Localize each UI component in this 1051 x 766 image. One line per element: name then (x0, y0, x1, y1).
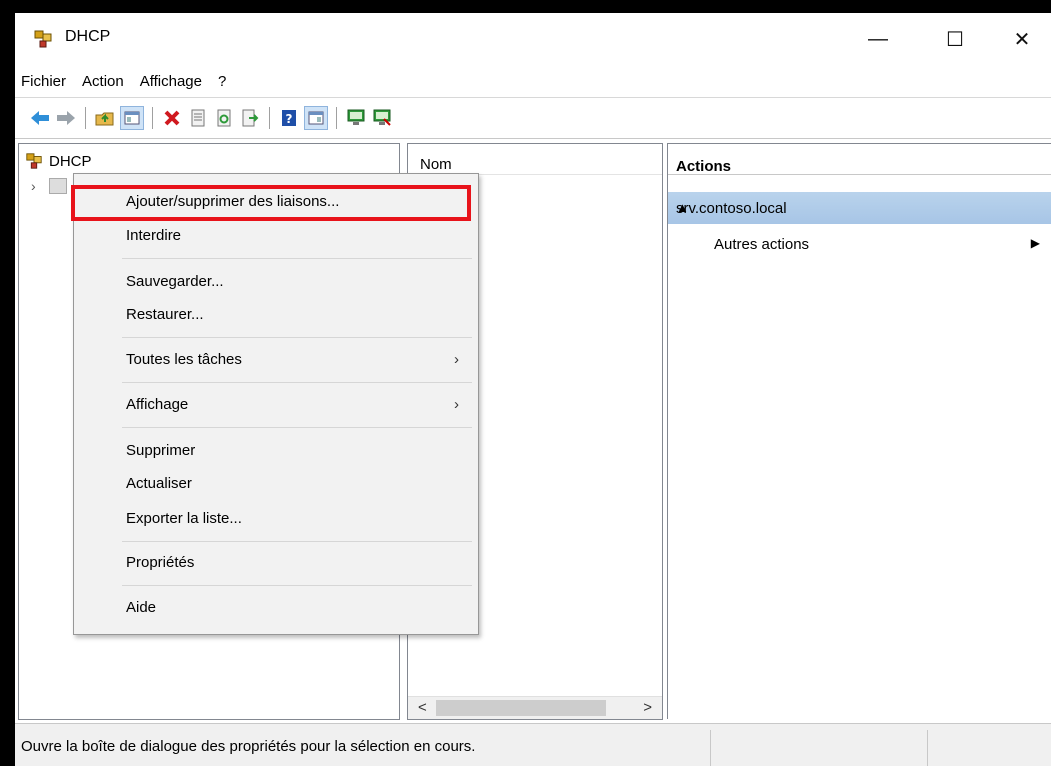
minimize-button[interactable]: — (855, 21, 901, 57)
menu-separator (122, 585, 472, 586)
toolbar-separator (269, 107, 270, 129)
menu-help[interactable]: ? (210, 73, 234, 90)
submenu-chevron-icon: › (454, 351, 459, 368)
server-node-icon[interactable] (49, 178, 67, 194)
menu-item-export-list[interactable]: Exporter la liste... (126, 510, 242, 527)
status-divider (710, 730, 711, 766)
forward-arrow-icon[interactable] (55, 107, 77, 129)
tree-expand-chevron-icon[interactable]: › (31, 178, 36, 194)
back-arrow-icon[interactable] (29, 107, 51, 129)
submenu-chevron-icon: › (454, 396, 459, 413)
menu-item-restore[interactable]: Restaurer... (126, 306, 204, 323)
mmc-window: DHCP — ☐ ✕ Fichier Action Affichage ? ? … (15, 13, 1051, 766)
collapse-up-icon[interactable]: ▲ (676, 200, 1040, 215)
menu-separator (122, 258, 472, 259)
svg-text:?: ? (286, 112, 293, 126)
menu-separator (122, 541, 472, 542)
actions-header-label: Actions (676, 158, 732, 175)
menu-separator (122, 427, 472, 428)
actions-pane: Actions srv.contoso.local ▲ Autres actio… (667, 143, 1051, 719)
close-button[interactable]: ✕ (999, 21, 1045, 57)
delete-icon[interactable] (161, 107, 183, 129)
menu-fichier[interactable]: Fichier (15, 73, 74, 90)
status-divider (927, 730, 928, 766)
column-header-nom[interactable]: Nom (408, 144, 662, 175)
menu-affichage[interactable]: Affichage (132, 73, 210, 90)
menu-item-properties[interactable]: Propriétés (126, 554, 194, 571)
scroll-left-icon[interactable]: < (418, 699, 427, 716)
menu-separator (122, 382, 472, 383)
horizontal-scrollbar[interactable]: < > (408, 696, 662, 719)
dhcp-app-icon (34, 30, 52, 48)
export-list-icon[interactable] (239, 107, 261, 129)
authorize-server-icon[interactable] (345, 107, 367, 129)
toolbar-separator (336, 107, 337, 129)
actions-server-section[interactable]: srv.contoso.local ▲ (668, 192, 1051, 224)
status-bar: Ouvre la boîte de dialogue des propriété… (15, 723, 1051, 766)
menu-item-help[interactable]: Aide (126, 599, 156, 616)
dhcp-node-icon (26, 153, 42, 169)
tree-root-label: DHCP (49, 152, 92, 170)
tree-node-dhcp[interactable]: DHCP (25, 152, 92, 170)
menu-item-delete[interactable]: Supprimer (126, 442, 195, 459)
properties-icon[interactable] (187, 107, 209, 129)
column-header-label: Nom (420, 156, 452, 173)
menu-action[interactable]: Action (74, 73, 132, 90)
menu-item-backup[interactable]: Sauvegarder... (126, 273, 224, 290)
scroll-right-icon[interactable]: > (643, 699, 652, 716)
menu-item-all-tasks[interactable]: Toutes les tâches (126, 351, 242, 368)
window-title: DHCP (65, 28, 111, 45)
toolbar: ? (15, 97, 1051, 139)
refresh-icon[interactable] (213, 107, 235, 129)
actions-header: Actions (668, 144, 1051, 175)
maximize-button[interactable]: ☐ (932, 21, 978, 57)
menu-item-unauthorize[interactable]: Interdire (126, 227, 181, 244)
context-menu: Ajouter/supprimer des liaisons... Interd… (71, 173, 479, 635)
toolbar-separator (152, 107, 153, 129)
more-actions-link[interactable]: Autres actions (714, 236, 809, 253)
submenu-arrow-icon: ▶ (1030, 236, 1040, 250)
up-folder-icon[interactable] (94, 107, 116, 129)
unauthorize-server-icon[interactable] (371, 107, 393, 129)
toolbar-separator (85, 107, 86, 129)
scroll-thumb[interactable] (436, 700, 606, 716)
menu-item-view[interactable]: Affichage (126, 396, 188, 413)
menu-bar: Fichier Action Affichage ? (15, 65, 1051, 97)
title-bar: DHCP — ☐ ✕ (15, 13, 1051, 63)
menu-separator (122, 337, 472, 338)
status-text: Ouvre la boîte de dialogue des propriété… (21, 738, 476, 755)
action-pane-icon[interactable] (304, 106, 328, 130)
menu-item-add-remove-bindings[interactable]: Ajouter/supprimer des liaisons... (126, 193, 339, 210)
console-tree-icon[interactable] (120, 106, 144, 130)
help-icon[interactable]: ? (278, 107, 300, 129)
menu-item-refresh[interactable]: Actualiser (126, 475, 192, 492)
